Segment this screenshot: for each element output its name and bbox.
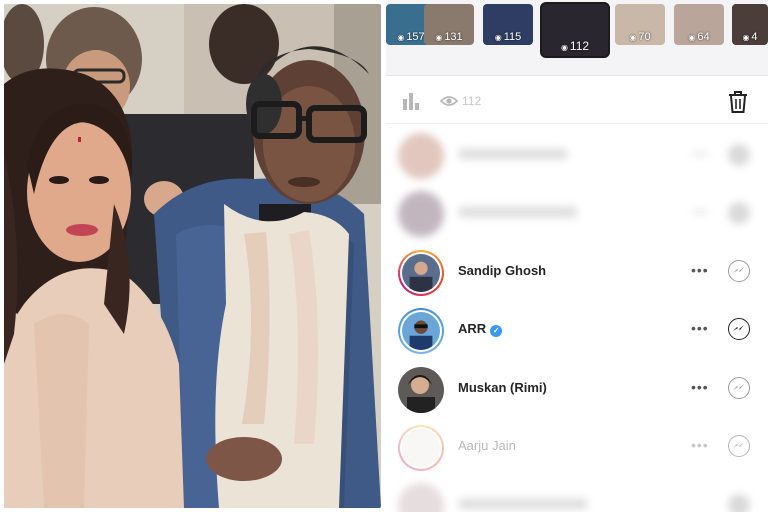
messenger-icon[interactable] [728, 260, 750, 282]
messenger-icon[interactable] [728, 318, 750, 340]
viewer-row[interactable] [386, 184, 768, 242]
trash-icon[interactable] [727, 90, 749, 114]
viewer-row[interactable]: Sandip Ghosh ••• [386, 243, 768, 301]
avatar [398, 483, 444, 512]
story-view-count: 70 [638, 31, 651, 43]
views-count: 112 [462, 94, 482, 108]
story-view-count: 4 [751, 31, 758, 43]
viewer-row[interactable]: Muskan (Rimi) ••• [386, 360, 768, 418]
viewer-name[interactable]: ARR ✓ [458, 321, 503, 337]
story-thumbnail-selected[interactable]: ◉ 112 [540, 2, 610, 58]
avatar[interactable] [398, 367, 444, 413]
more-options-icon[interactable]: ••• [691, 379, 709, 395]
eye-icon: ◉ [629, 33, 637, 42]
viewer-name [458, 148, 568, 160]
story-thumbnail[interactable]: ◉ 70 [615, 4, 665, 45]
story-thumbnail[interactable]: ◉ 131 [424, 4, 474, 45]
event-photo [4, 4, 381, 508]
verified-badge-icon: ✓ [490, 325, 503, 337]
eye-icon: ◉ [688, 33, 696, 42]
avatar [398, 133, 444, 179]
eye-icon: ◉ [435, 33, 443, 42]
messenger-icon[interactable] [728, 435, 750, 457]
viewer-name[interactable]: Aarju Jain [458, 438, 516, 453]
more-options-icon[interactable]: ••• [691, 320, 709, 336]
more-options-icon[interactable]: ••• [691, 262, 709, 278]
messenger-icon[interactable] [728, 377, 750, 399]
more-options-icon[interactable]: ••• [691, 437, 709, 453]
viewer-row[interactable]: Aarju Jain ••• [386, 418, 768, 476]
eye-icon: ◉ [397, 33, 405, 42]
story-stats-bar: 112 [386, 78, 768, 124]
viewer-row[interactable] [386, 476, 768, 512]
viewer-row[interactable] [386, 126, 768, 184]
viewer-name[interactable]: Muskan (Rimi) [458, 380, 547, 395]
story-view-count: 64 [697, 31, 710, 43]
story-viewers-panel: ◉ 157 ◉ 131 ◉ 115 ◉ 112 ◉ 70 ◉ 64 ◉ 4 11… [386, 0, 768, 512]
story-view-count: 131 [444, 31, 463, 43]
avatar[interactable] [398, 425, 444, 471]
eye-icon [440, 96, 458, 106]
viewer-name [458, 206, 578, 218]
viewer-name [458, 498, 588, 510]
story-thumbnail[interactable]: ◉ 64 [674, 4, 724, 45]
messenger-icon[interactable] [728, 144, 750, 166]
avatar [398, 191, 444, 237]
viewer-name[interactable]: Sandip Ghosh [458, 263, 546, 278]
messenger-icon[interactable] [728, 494, 750, 512]
more-options-icon[interactable] [692, 210, 708, 214]
story-view-count: 157 [406, 31, 425, 43]
viewer-row[interactable]: ARR ✓ ••• [386, 301, 768, 359]
story-thumbnail[interactable]: ◉ 4 [732, 4, 768, 45]
eye-icon: ◉ [742, 33, 750, 42]
bar-chart-icon[interactable] [402, 91, 420, 111]
eye-icon: ◉ [494, 33, 502, 42]
story-view-count: 115 [503, 31, 522, 43]
messenger-icon[interactable] [728, 202, 750, 224]
story-thumbnail[interactable]: ◉ 115 [483, 4, 533, 45]
viewer-name-text: ARR [458, 321, 487, 336]
avatar[interactable] [398, 308, 444, 354]
eye-icon: ◉ [560, 43, 568, 52]
more-options-icon[interactable] [692, 152, 708, 156]
avatar[interactable] [398, 250, 444, 296]
story-thumbnail-strip: ◉ 157 ◉ 131 ◉ 115 ◉ 112 ◉ 70 ◉ 64 ◉ 4 [386, 0, 768, 76]
story-view-count: 112 [569, 39, 590, 53]
photo-illustration [4, 4, 381, 508]
